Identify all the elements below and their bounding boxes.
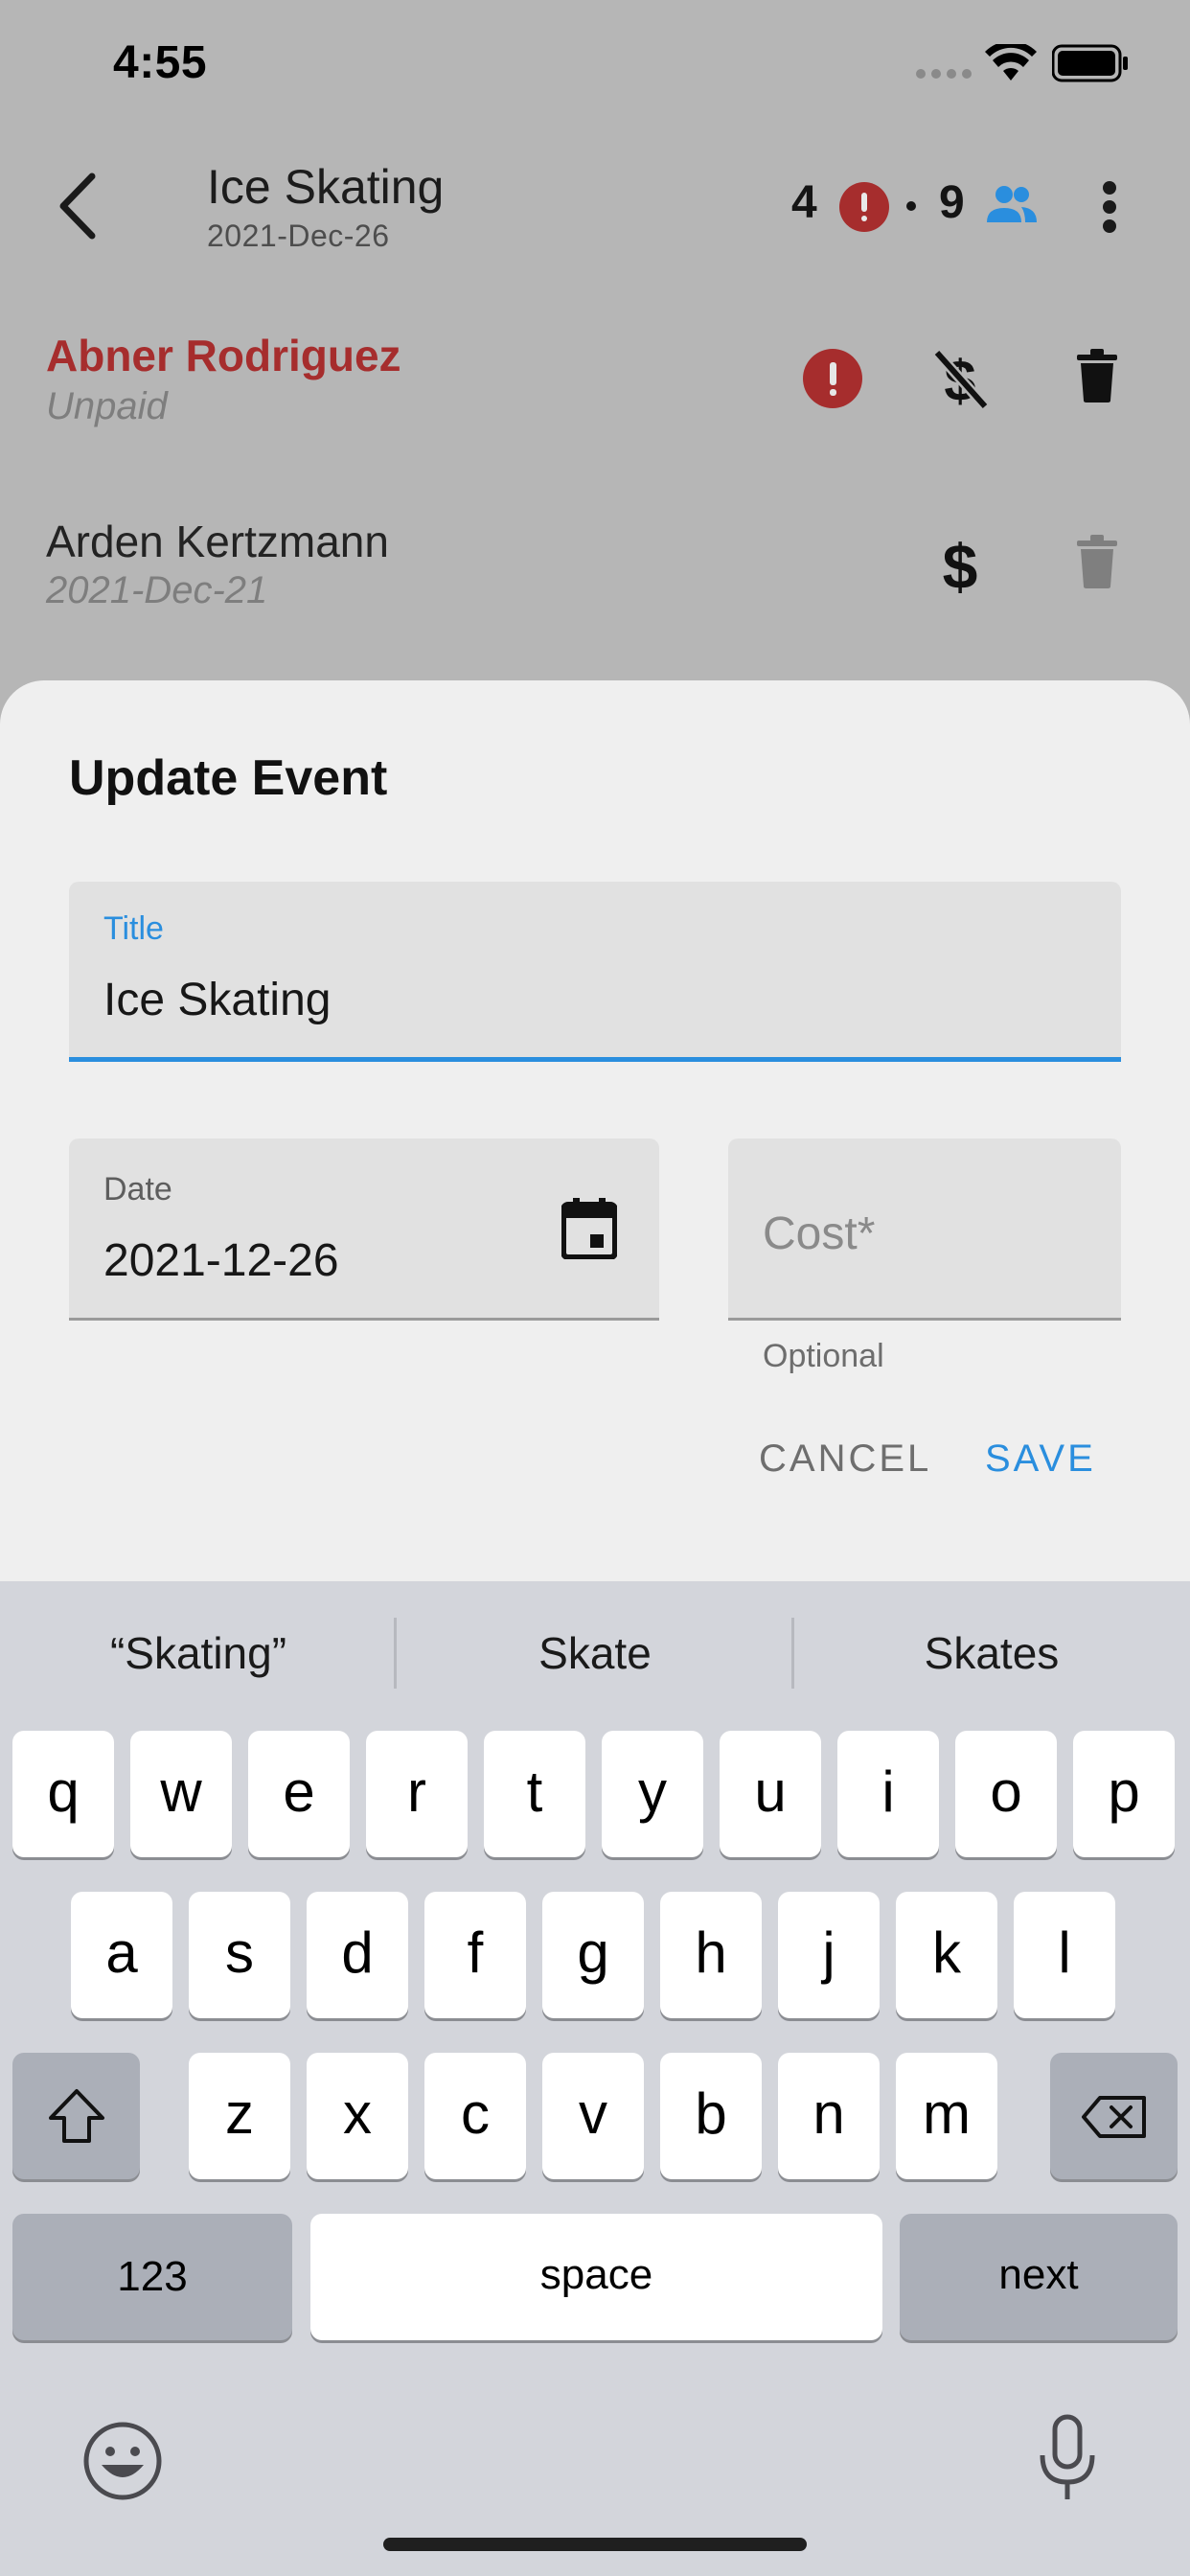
suggestion-3[interactable]: Skates — [793, 1627, 1190, 1679]
dialog-title: Update Event — [69, 750, 388, 806]
space-key[interactable]: space — [310, 2214, 882, 2340]
delete-icon[interactable] — [1077, 535, 1117, 588]
key-u[interactable]: u — [720, 1731, 821, 1857]
page-title: Ice Skating — [207, 160, 445, 214]
next-key[interactable]: next — [900, 2214, 1178, 2340]
suggestion-2[interactable]: Skate — [397, 1627, 793, 1679]
key-l[interactable]: l — [1014, 1892, 1115, 2018]
wifi-icon — [985, 44, 1037, 80]
key-k[interactable]: k — [896, 1892, 997, 2018]
cost-field[interactable]: Cost* — [728, 1138, 1121, 1321]
svg-text:$: $ — [943, 533, 978, 598]
key-m[interactable]: m — [896, 2053, 997, 2179]
key-j[interactable]: j — [778, 1892, 880, 2018]
key-o[interactable]: o — [955, 1731, 1057, 1857]
cellular-signal-icon — [916, 69, 972, 79]
delete-icon[interactable] — [1077, 349, 1117, 402]
backspace-icon — [1082, 2096, 1146, 2138]
save-button[interactable]: SAVE — [985, 1438, 1096, 1481]
key-f[interactable]: f — [424, 1892, 526, 2018]
title-field[interactable]: Title Ice Skating — [69, 882, 1121, 1062]
key-q[interactable]: q — [12, 1731, 114, 1857]
more-vert-icon[interactable] — [1102, 180, 1117, 234]
title-field-value[interactable]: Ice Skating — [103, 974, 331, 1026]
key-g[interactable]: g — [542, 1892, 644, 2018]
key-n[interactable]: n — [778, 2053, 880, 2179]
date-field[interactable]: Date 2021-12-26 — [69, 1138, 659, 1321]
mark-paid-icon[interactable]: $ — [931, 349, 991, 410]
home-indicator — [383, 2538, 807, 2551]
key-r[interactable]: r — [366, 1731, 468, 1857]
key-c[interactable]: c — [424, 2053, 526, 2179]
participant-name[interactable]: Arden Kertzmann — [46, 516, 389, 567]
page-subtitle: 2021-Dec-26 — [207, 218, 390, 253]
title-field-label: Title — [103, 910, 164, 947]
back-icon[interactable] — [54, 172, 102, 240]
unpaid-count: 4 — [791, 177, 817, 228]
emoji-icon[interactable] — [82, 2421, 163, 2501]
key-y[interactable]: y — [602, 1731, 703, 1857]
key-w[interactable]: w — [130, 1731, 232, 1857]
people-count: 9 — [939, 177, 965, 228]
participant-paid-date: 2021-Dec-21 — [46, 569, 268, 611]
date-field-value[interactable]: 2021-12-26 — [103, 1234, 339, 1287]
key-v[interactable]: v — [542, 2053, 644, 2179]
microphone-icon[interactable] — [1037, 2413, 1098, 2505]
participant-name[interactable]: Abner Rodriguez — [46, 330, 401, 381]
delete-key[interactable] — [1050, 2053, 1178, 2179]
key-e[interactable]: e — [248, 1731, 350, 1857]
people-icon — [987, 186, 1037, 222]
unpaid-alert-icon — [803, 349, 862, 408]
participant-status: Unpaid — [46, 385, 168, 427]
key-h[interactable]: h — [660, 1892, 762, 2018]
key-b[interactable]: b — [660, 2053, 762, 2179]
paid-dollar-icon[interactable]: $ — [939, 533, 981, 598]
alert-icon — [839, 182, 889, 232]
key-s[interactable]: s — [189, 1892, 290, 2018]
key-x[interactable]: x — [307, 2053, 408, 2179]
key-p[interactable]: p — [1073, 1731, 1175, 1857]
calendar-icon[interactable] — [561, 1198, 617, 1259]
key-a[interactable]: a — [71, 1892, 172, 2018]
cost-field-placeholder[interactable]: Cost* — [763, 1208, 875, 1260]
cost-helper-text: Optional — [763, 1338, 884, 1374]
battery-icon — [1052, 44, 1128, 82]
numbers-key[interactable]: 123 — [12, 2214, 292, 2340]
date-field-label: Date — [103, 1171, 172, 1208]
separator-dot — [906, 201, 916, 211]
key-z[interactable]: z — [189, 2053, 290, 2179]
suggestion-1[interactable]: “Skating” — [0, 1627, 397, 1679]
key-d[interactable]: d — [307, 1892, 408, 2018]
shift-key[interactable] — [12, 2053, 140, 2179]
key-t[interactable]: t — [484, 1731, 585, 1857]
shift-icon — [49, 2089, 104, 2143]
key-i[interactable]: i — [837, 1731, 939, 1857]
cancel-button[interactable]: CANCEL — [759, 1438, 931, 1481]
status-time: 4:55 — [113, 37, 208, 88]
